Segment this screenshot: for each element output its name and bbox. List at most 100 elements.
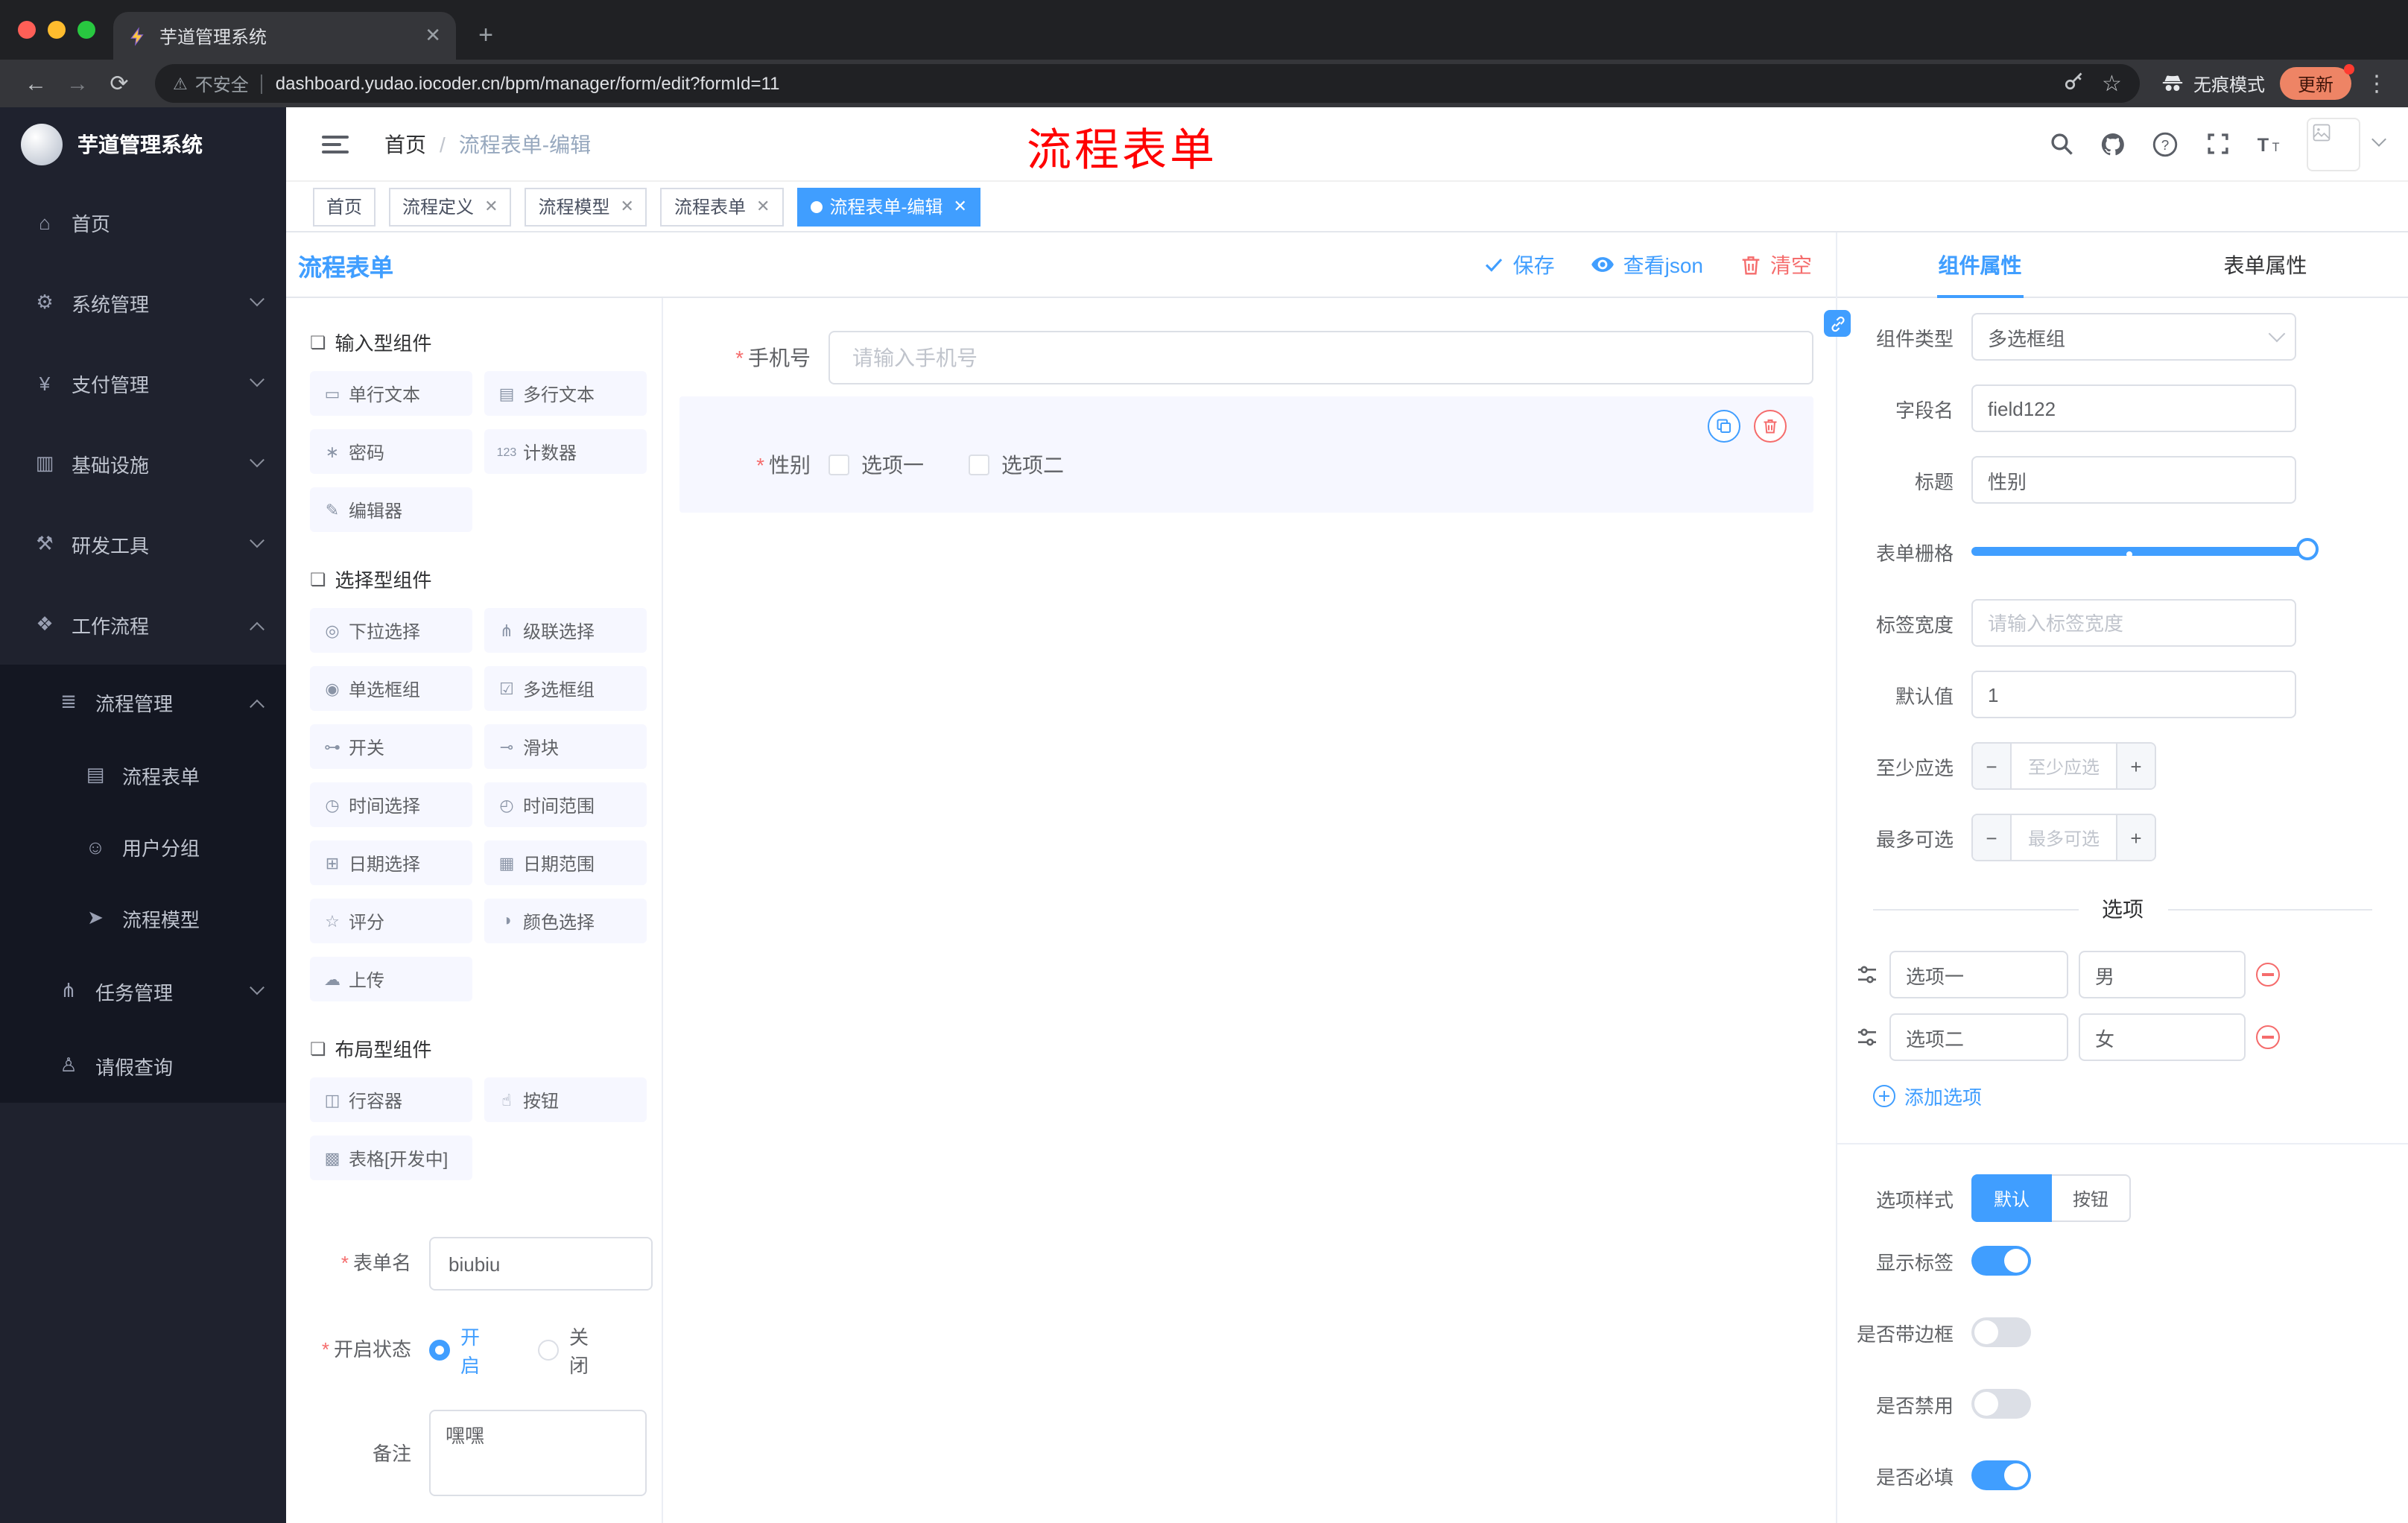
border-switch[interactable] bbox=[1971, 1317, 2031, 1347]
status-radio-on[interactable]: 开启 bbox=[429, 1322, 493, 1378]
increase-button[interactable]: + bbox=[2116, 744, 2155, 788]
sidebar-item-system[interactable]: ⚙ 系统管理 bbox=[0, 262, 286, 343]
zoom-window-button[interactable] bbox=[77, 21, 95, 39]
chip-color-picker[interactable]: ◑ 颜色选择 bbox=[484, 899, 647, 943]
save-button[interactable]: 保存 bbox=[1483, 250, 1555, 279]
font-size-icon[interactable]: TT bbox=[2255, 129, 2284, 159]
user-avatar[interactable] bbox=[2307, 117, 2360, 171]
chip-date-picker[interactable]: ⊞ 日期选择 bbox=[310, 840, 472, 885]
option-value-input[interactable] bbox=[2079, 951, 2246, 998]
github-icon[interactable] bbox=[2098, 129, 2128, 159]
sidebar-item-infrastructure[interactable]: ▥ 基础设施 bbox=[0, 423, 286, 504]
chip-password[interactable]: ∗ 密码 bbox=[310, 429, 472, 474]
reload-button[interactable]: ⟳ bbox=[98, 64, 140, 103]
close-icon[interactable]: ✕ bbox=[484, 197, 498, 216]
style-default-button[interactable]: 默认 bbox=[1971, 1174, 2053, 1222]
status-radio-off[interactable]: 关闭 bbox=[538, 1322, 602, 1378]
browser-tab[interactable]: 芋道管理系统 ✕ bbox=[113, 12, 456, 60]
tag-process-form[interactable]: 流程表单 ✕ bbox=[660, 187, 784, 226]
chip-rate[interactable]: ☆ 评分 bbox=[310, 899, 472, 943]
chip-cascader[interactable]: ⋔ 级联选择 bbox=[484, 608, 647, 653]
chip-counter[interactable]: 123 计数器 bbox=[484, 429, 647, 474]
close-window-button[interactable] bbox=[18, 21, 36, 39]
label-width-input[interactable] bbox=[1971, 599, 2296, 647]
sidebar-item-process-form[interactable]: ▤ 流程表单 bbox=[0, 739, 286, 811]
decrease-button[interactable]: − bbox=[1973, 815, 2012, 860]
sidebar-toggle-button[interactable] bbox=[322, 135, 349, 153]
option-value-input[interactable] bbox=[2079, 1013, 2246, 1061]
chip-slider[interactable]: ⊸ 滑块 bbox=[484, 724, 647, 769]
tab-close-icon[interactable]: ✕ bbox=[425, 24, 441, 48]
link-icon[interactable] bbox=[1824, 310, 1851, 337]
chip-checkbox-group[interactable]: ☑ 多选框组 bbox=[484, 666, 647, 711]
show-label-switch[interactable] bbox=[1971, 1246, 2031, 1276]
forward-button[interactable]: → bbox=[57, 64, 98, 103]
sidebar-item-home[interactable]: ⌂ 首页 bbox=[0, 182, 286, 262]
chip-button[interactable]: ☝ 按钮 bbox=[484, 1077, 647, 1122]
sidebar-item-leave-query[interactable]: ♙ 请假查询 bbox=[0, 1028, 286, 1103]
tab-form-props[interactable]: 表单属性 bbox=[2123, 232, 2408, 297]
chip-select[interactable]: ◎ 下拉选择 bbox=[310, 608, 472, 653]
close-icon[interactable]: ✕ bbox=[756, 197, 770, 216]
tab-component-props[interactable]: 组件属性 bbox=[1837, 232, 2123, 297]
address-bar[interactable]: ⚠ 不安全 dashboard.yudao.iocoder.cn/bpm/man… bbox=[155, 64, 2140, 103]
increase-button[interactable]: + bbox=[2116, 815, 2155, 860]
close-icon[interactable]: ✕ bbox=[953, 197, 966, 216]
form-grid-slider[interactable] bbox=[1971, 528, 2319, 575]
remove-option-button[interactable] bbox=[2256, 963, 2280, 987]
phone-input[interactable] bbox=[828, 331, 1813, 384]
remove-option-button[interactable] bbox=[2256, 1025, 2280, 1049]
sidebar-item-process-management[interactable]: ≣ 流程管理 bbox=[0, 665, 286, 739]
slider-track[interactable] bbox=[1971, 547, 2308, 556]
drag-handle-icon[interactable] bbox=[1855, 1025, 1879, 1049]
chip-time-range[interactable]: ◴ 时间范围 bbox=[484, 782, 647, 827]
back-button[interactable]: ← bbox=[15, 64, 57, 103]
password-key-icon[interactable] bbox=[2062, 70, 2084, 97]
drag-handle-icon[interactable] bbox=[1855, 963, 1879, 987]
sidebar-item-process-model[interactable]: ➤ 流程模型 bbox=[0, 882, 286, 954]
disabled-switch[interactable] bbox=[1971, 1389, 2031, 1419]
chip-editor[interactable]: ✎ 编辑器 bbox=[310, 487, 472, 532]
fullscreen-icon[interactable] bbox=[2202, 129, 2232, 159]
remark-textarea[interactable]: 嘿嘿 bbox=[429, 1410, 647, 1496]
close-icon[interactable]: ✕ bbox=[621, 197, 634, 216]
chip-time-picker[interactable]: ◷ 时间选择 bbox=[310, 782, 472, 827]
help-icon[interactable]: ? bbox=[2150, 129, 2180, 159]
decrease-button[interactable]: − bbox=[1973, 744, 2012, 788]
title-input[interactable] bbox=[1971, 456, 2296, 504]
tag-process-model[interactable]: 流程模型 ✕ bbox=[525, 187, 647, 226]
required-switch[interactable] bbox=[1971, 1460, 2031, 1490]
copy-component-button[interactable] bbox=[1708, 410, 1740, 443]
option-label-input[interactable] bbox=[1889, 951, 2068, 998]
form-name-input[interactable] bbox=[429, 1237, 653, 1291]
chip-date-range[interactable]: ▦ 日期范围 bbox=[484, 840, 647, 885]
tag-home[interactable]: 首页 bbox=[313, 187, 376, 226]
minimize-window-button[interactable] bbox=[48, 21, 66, 39]
sidebar-item-devtools[interactable]: ⚒ 研发工具 bbox=[0, 504, 286, 584]
phone-field-row[interactable]: * 手机号 bbox=[679, 331, 1813, 384]
field-name-input[interactable] bbox=[1971, 384, 2296, 432]
add-option-link[interactable]: 添加选项 bbox=[1873, 1082, 2408, 1110]
view-json-button[interactable]: 查看json bbox=[1591, 250, 1703, 279]
browser-menu-button[interactable]: ⋮ bbox=[2360, 70, 2393, 97]
default-value-input[interactable] bbox=[1971, 671, 2296, 718]
sidebar-item-user-group[interactable]: ☺ 用户分组 bbox=[0, 811, 286, 882]
clear-button[interactable]: 清空 bbox=[1739, 250, 1812, 279]
sidebar-item-task-management[interactable]: ⋔ 任务管理 bbox=[0, 954, 286, 1028]
selected-gender-field[interactable]: * 性别 选项一 选项二 bbox=[679, 396, 1813, 513]
update-browser-button[interactable]: 更新 bbox=[2279, 64, 2355, 100]
bookmark-star-icon[interactable]: ☆ bbox=[2102, 70, 2122, 97]
new-tab-button[interactable]: + bbox=[465, 15, 507, 57]
avatar-caret-icon[interactable] bbox=[2371, 132, 2386, 147]
search-icon[interactable] bbox=[2046, 129, 2076, 159]
chip-single-line-text[interactable]: ▭ 单行文本 bbox=[310, 371, 472, 416]
chip-multi-line-text[interactable]: ▤ 多行文本 bbox=[484, 371, 647, 416]
delete-component-button[interactable] bbox=[1754, 410, 1787, 443]
min-select-value[interactable]: 至少应选 bbox=[2012, 744, 2116, 788]
style-button-button[interactable]: 按钮 bbox=[2052, 1174, 2132, 1222]
gender-checkbox-option-2[interactable]: 选项二 bbox=[969, 450, 1064, 480]
tag-process-form-edit[interactable]: 流程表单-编辑 ✕ bbox=[796, 187, 980, 226]
max-select-value[interactable]: 最多可选 bbox=[2012, 815, 2116, 860]
gender-checkbox-option-1[interactable]: 选项一 bbox=[828, 450, 924, 480]
chip-switch[interactable]: ⊶ 开关 bbox=[310, 724, 472, 769]
